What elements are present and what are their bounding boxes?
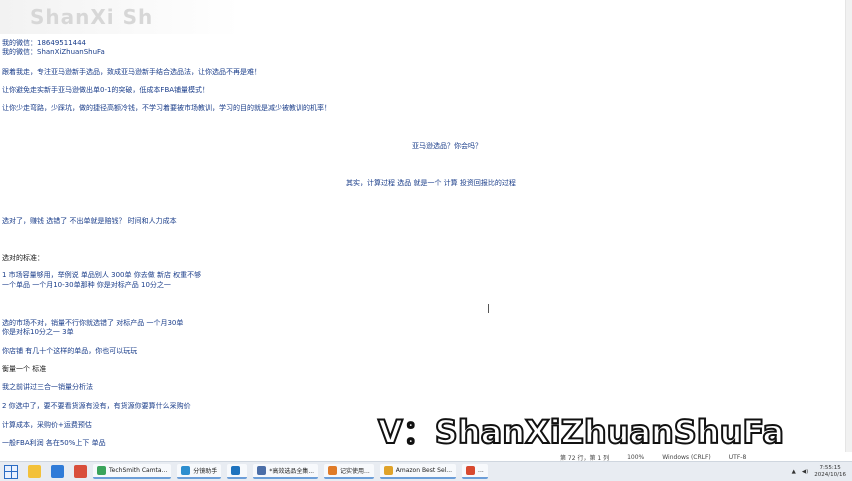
- windows-start-icon[interactable]: [4, 464, 18, 479]
- document-line: 2 你选中了，要不要看货源有没有，有货源你要算什么采购价: [2, 402, 191, 410]
- brand-overlay-text: V：ShanXiZhuanShuFa: [377, 413, 785, 451]
- text-document[interactable]: ShanXi Sh 我的微信：18649511444 我的微信：ShanXiZhu…: [0, 0, 852, 452]
- file-explorer-icon[interactable]: [28, 465, 41, 478]
- vertical-scrollbar[interactable]: [845, 0, 852, 452]
- taskbar-app-button[interactable]: [227, 464, 248, 479]
- taskbar-app-icon: [466, 466, 476, 475]
- document-line: 计算成本，采购价+运费预估: [2, 421, 92, 429]
- taskbar-app-icon: [328, 466, 338, 475]
- taskbar-app-icon: [257, 466, 267, 475]
- document-line: 选对的标准：: [2, 254, 44, 262]
- taskbar-app-button[interactable]: Amazon Best Sel...: [379, 464, 457, 479]
- document-line: 你店铺 有几十个这样的单品，你也可以玩玩: [2, 347, 138, 355]
- document-line: 一般FBA利润 各在50%上下 单品: [2, 439, 106, 447]
- taskbar-app-icon: [181, 466, 191, 475]
- document-line: 其实，计算过程 选品 就是一个 计算 投资回报比的过程: [346, 179, 516, 187]
- clock-date: 2024/10/16: [814, 471, 846, 478]
- taskbar-app-label: Amazon Best Sel...: [395, 467, 453, 474]
- watermark: ShanXi Sh: [0, 0, 240, 34]
- document-line: 让你避免走实新手亚马逊做出单0-1的突破，低成本FBA铺量模式！: [2, 86, 210, 94]
- document-line: 跟着我走，专注亚马逊新手选品，致成亚马逊新手结合选品法，让你选品不再是难！: [2, 68, 261, 76]
- taskbar-app-icon: [383, 466, 393, 475]
- taskbar-app-label: ...: [478, 467, 484, 474]
- taskbar-app-label: *高效选品全集...: [269, 468, 315, 475]
- taskbar-app-label: 分镜助手: [193, 468, 218, 475]
- taskbar-app-icon: [97, 466, 106, 475]
- document-line: 我的微信：18649511444: [2, 39, 86, 47]
- document-line: 选的市场不对，销量不行你就选错了 对标产品 一个月30单: [2, 319, 184, 327]
- taskbar-app-label: 记实使用...: [340, 468, 370, 475]
- taskbar: TechSmith Camta... 分镜助手 *高效选品全集... 记实使用... A…: [0, 461, 852, 481]
- taskbar-app-button[interactable]: ...: [462, 464, 488, 479]
- clock[interactable]: 7:55:15 2024/10/16: [814, 465, 846, 479]
- document-line: 衡量一个 标准: [2, 365, 47, 373]
- clock-time: 7:55:15: [819, 464, 841, 471]
- taskbar-app-button[interactable]: 分镜助手: [177, 464, 222, 479]
- status-zoom: 100%: [627, 453, 645, 461]
- taskbar-app-icon: [231, 466, 241, 475]
- document-line: 让你少走弯路，少踩坑，做的捷径高额冷钱，不学习着要被市场教训，学习的目的就是减少…: [2, 104, 331, 112]
- document-line: 一个单品 一个月10-30单那种 你是对标产品 10分之一: [2, 281, 171, 289]
- taskbar-app-button[interactable]: *高效选品全集...: [253, 464, 319, 479]
- browser-icon[interactable]: [51, 465, 64, 478]
- taskbar-app-button[interactable]: TechSmith Camta...: [93, 464, 172, 479]
- volume-icon[interactable]: ◀): [802, 469, 808, 475]
- text-cursor-icon: [488, 304, 491, 313]
- status-line-ending: Windows (CRLF): [662, 453, 711, 461]
- document-line: 选对了，赚钱 选错了 不出单就是赔钱？ 时间和人力成本: [2, 217, 177, 225]
- document-line: 亚马逊选品？你会吗？: [412, 142, 482, 150]
- app-icon[interactable]: [74, 465, 87, 478]
- document-line: 你是对标10分之一 3单: [2, 328, 74, 336]
- system-tray: ▲ ◀) 7:55:15 2024/10/16: [792, 463, 846, 480]
- document-line: 我之前讲过三合一销量分析法: [2, 383, 93, 391]
- document-line: 我的微信：ShanXiZhuanShuFa: [2, 48, 105, 56]
- status-encoding: UTF-8: [728, 453, 747, 461]
- network-icon[interactable]: ▲: [792, 469, 796, 475]
- taskbar-app-label: TechSmith Camta...: [109, 467, 168, 474]
- document-line: 1 市场容量够用，举例说 单品别人 300单 你去做 新店 权重不够: [2, 271, 202, 279]
- taskbar-app-button[interactable]: 记实使用...: [324, 464, 374, 479]
